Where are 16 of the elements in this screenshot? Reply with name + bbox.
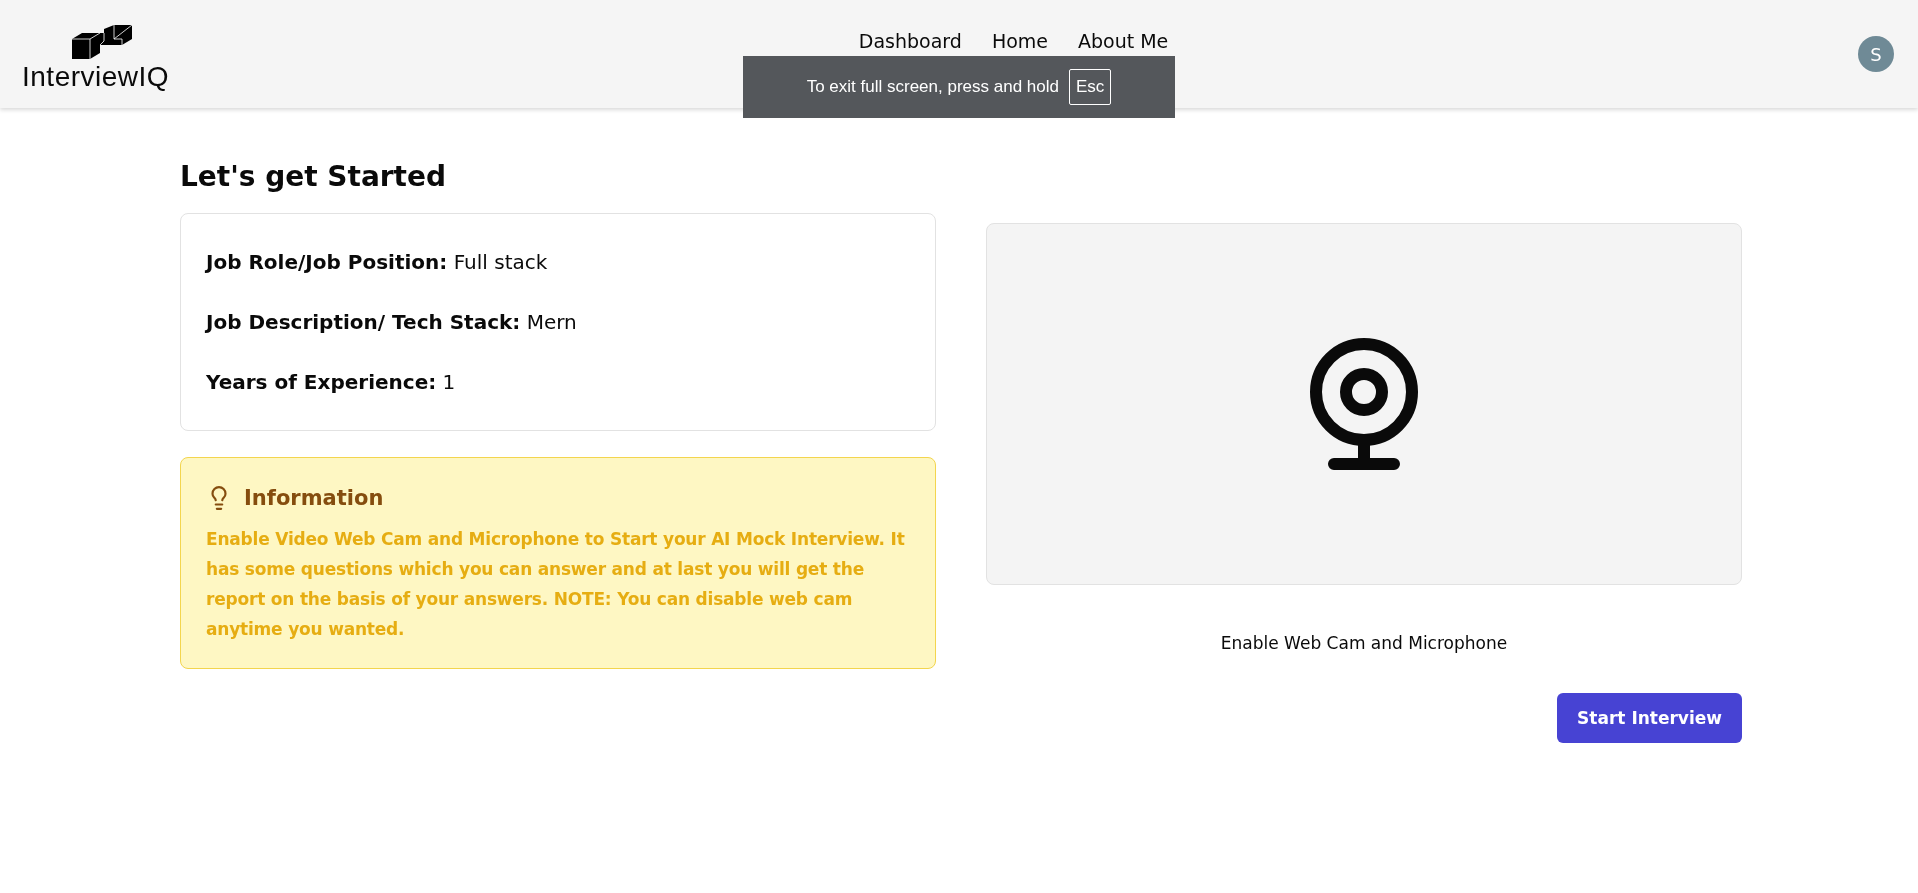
webcam-caption: Enable Web Cam and Microphone — [1219, 633, 1509, 653]
detail-line: Years of Experience: 1 — [206, 369, 457, 396]
nav-link[interactable]: About Me — [1078, 30, 1169, 52]
nav-link[interactable]: Home — [991, 30, 1048, 52]
start-interview-button[interactable]: Start Interview — [1557, 693, 1742, 743]
information-title: Information — [244, 486, 384, 510]
user-avatar[interactable]: S — [1858, 36, 1894, 72]
detail-line: Job Description/ Tech Stack: Mern — [206, 309, 578, 336]
detail-line: Job Role/Job Position: Full stack — [206, 249, 549, 276]
key-hint: Esc — [1069, 69, 1112, 105]
page-heading: Let's get Started — [180, 160, 448, 193]
cube-logo-icon — [70, 25, 134, 59]
nav-link[interactable]: Dashboard — [858, 30, 962, 52]
toast-message: To exit full screen, press and hold — [806, 77, 1059, 97]
information-text: Enable Video Web Cam and Microphone to Start your AI Mock Interview. It has some questions which you can answer and at last you will get the report on the basis of your answers. NOTE: You can disable web cam anytime you wanted. — [206, 528, 906, 641]
app-logo-text: InterviewIQ — [22, 61, 170, 93]
